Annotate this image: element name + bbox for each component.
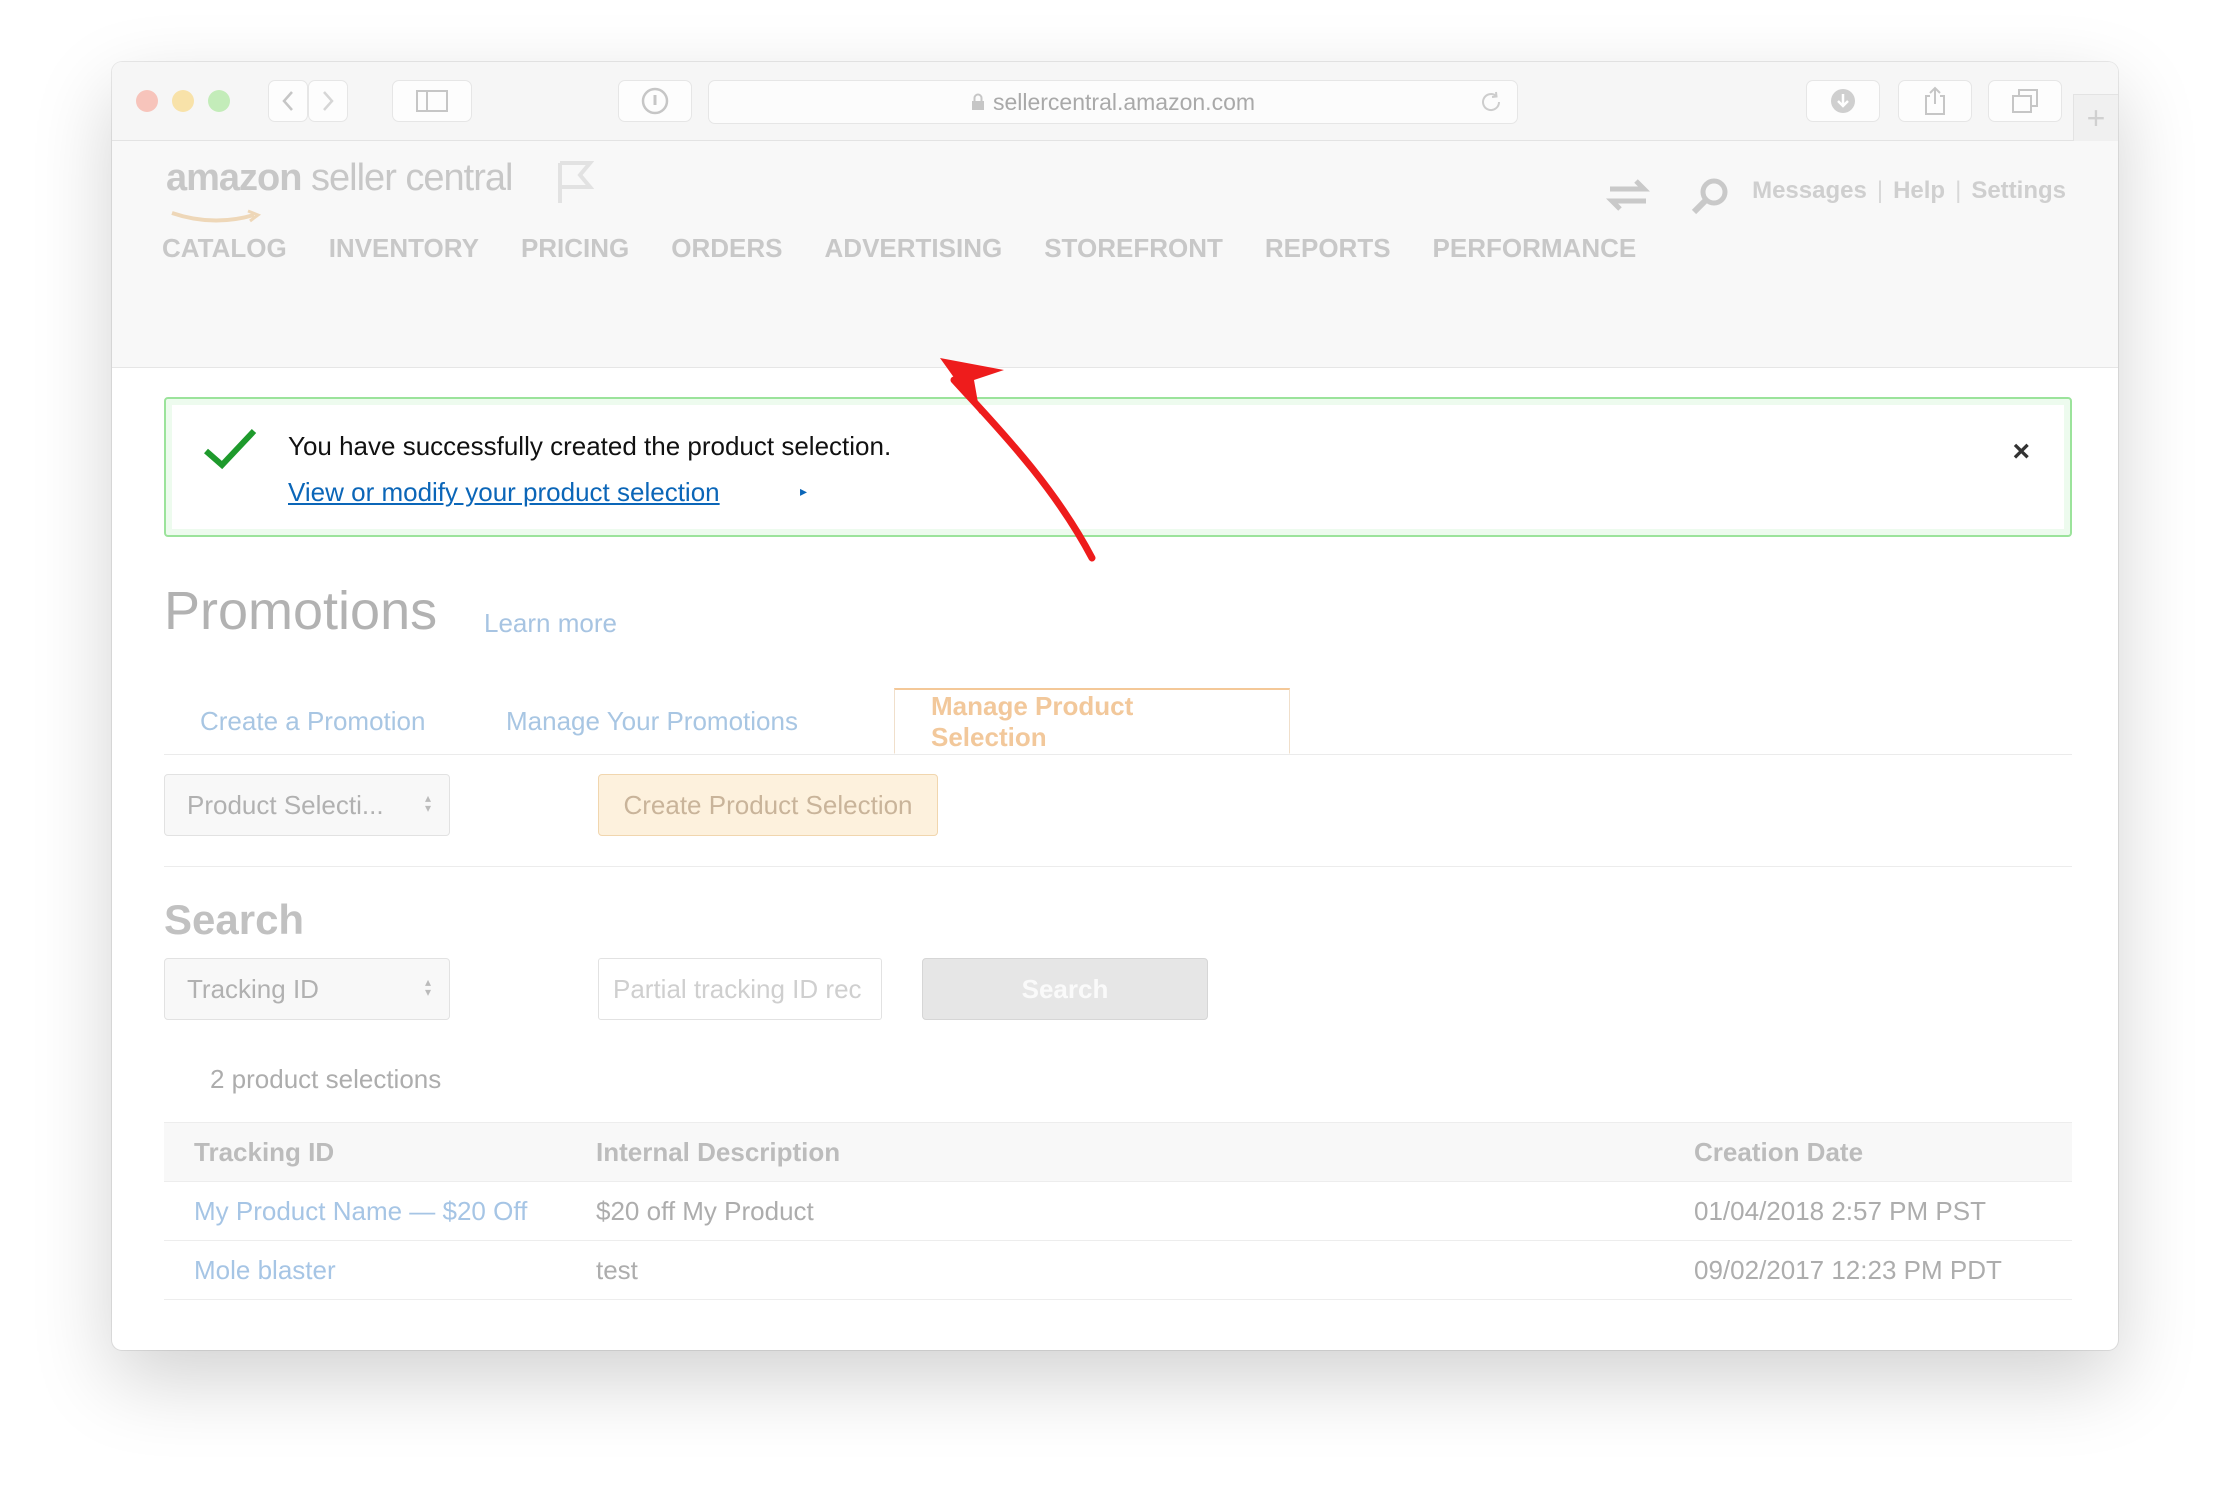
- tab-manage-product-selection[interactable]: Manage Product Selection: [894, 688, 1290, 754]
- create-product-selection-button[interactable]: Create Product Selection: [598, 774, 938, 836]
- table-header-row: Tracking ID Internal Description Creatio…: [164, 1122, 2072, 1181]
- amazon-smile-icon: [171, 209, 262, 223]
- info-icon: [641, 87, 669, 115]
- column-header-creation-date[interactable]: Creation Date: [1694, 1137, 1863, 1168]
- select-value: Tracking ID: [187, 973, 319, 1004]
- nav-orders[interactable]: ORDERS: [671, 233, 782, 264]
- table-row: Mole blaster test 09/02/2017 12:23 PM PD…: [164, 1240, 2072, 1300]
- search-icon[interactable]: [1690, 177, 1730, 217]
- minimize-window-button[interactable]: [172, 90, 194, 112]
- amazon-seller-central-logo[interactable]: amazon seller central: [166, 157, 513, 229]
- header-links: Messages | Help | Settings: [1752, 177, 2066, 204]
- product-selection-type-select[interactable]: Product Selecti... ▴ ▾: [164, 774, 450, 836]
- flag-icon[interactable]: [554, 159, 594, 205]
- downloads-button[interactable]: [1806, 80, 1880, 122]
- tracking-id-link[interactable]: My Product Name — $20 Off: [194, 1196, 527, 1227]
- sidebar-icon: [416, 90, 448, 112]
- nav-pricing[interactable]: PRICING: [521, 233, 629, 264]
- results-count: 2 product selections: [210, 1064, 442, 1094]
- help-link[interactable]: Help: [1893, 177, 1945, 204]
- creation-date: 01/04/2018 2:57 PM PST: [1694, 1196, 1986, 1226]
- search-button[interactable]: Search: [922, 958, 1208, 1020]
- logo-amazon: amazon: [166, 157, 302, 199]
- learn-more-link[interactable]: Learn more: [484, 608, 617, 639]
- promotion-tabs: Create a Promotion Manage Your Promotion…: [164, 688, 2072, 755]
- switch-accounts-icon[interactable]: [1606, 177, 1650, 213]
- reload-icon[interactable]: [1479, 90, 1503, 114]
- download-icon: [1831, 89, 1855, 113]
- tracking-id-search-input[interactable]: Partial tracking ID rec: [598, 958, 882, 1020]
- view-modify-selection-link[interactable]: View or modify your product selection: [288, 477, 720, 508]
- browser-window: sellercentral.amazon.com + amazon seller…: [112, 62, 2118, 1350]
- tabs-icon: [2012, 89, 2038, 113]
- internal-description: test: [596, 1255, 638, 1285]
- new-tab-button[interactable]: +: [2073, 94, 2118, 141]
- search-field-select[interactable]: Tracking ID ▴ ▾: [164, 958, 450, 1020]
- nav-inventory[interactable]: INVENTORY: [329, 233, 479, 264]
- close-alert-button[interactable]: ×: [2012, 435, 2030, 469]
- settings-link[interactable]: Settings: [1971, 177, 2066, 204]
- zoom-window-button[interactable]: [208, 90, 230, 112]
- main-nav: CATALOG INVENTORY PRICING ORDERS ADVERTI…: [162, 233, 1678, 264]
- nav-advertising[interactable]: ADVERTISING: [825, 233, 1003, 264]
- sidebar-button[interactable]: [392, 80, 472, 122]
- column-header-tracking-id[interactable]: Tracking ID: [194, 1137, 334, 1168]
- chevron-left-icon: [282, 91, 293, 111]
- site-header: amazon seller central Messages | Help | Sett…: [112, 141, 2118, 368]
- table-row: My Product Name — $20 Off $20 off My Pro…: [164, 1181, 2072, 1240]
- close-window-button[interactable]: [136, 90, 158, 112]
- tabs-overview-button[interactable]: [1988, 80, 2062, 122]
- checkmark-icon: [204, 428, 257, 470]
- lock-icon: [971, 93, 984, 110]
- share-icon: [1925, 86, 1945, 115]
- forward-button[interactable]: [308, 80, 348, 122]
- success-message: You have successfully created the produc…: [288, 431, 892, 461]
- share-button[interactable]: [1898, 80, 1972, 122]
- select-value: Product Selecti...: [187, 789, 384, 820]
- product-selections-table: Tracking ID Internal Description Creatio…: [164, 1122, 2072, 1300]
- page-title: Promotions: [164, 581, 438, 641]
- caret-right-icon: ▸: [800, 483, 808, 499]
- browser-toolbar: sellercentral.amazon.com +: [112, 62, 2118, 141]
- privacy-button[interactable]: [618, 80, 692, 122]
- logo-seller-central: seller central: [301, 157, 513, 199]
- nav-performance[interactable]: PERFORMANCE: [1433, 233, 1637, 264]
- select-arrows-icon: ▴ ▾: [424, 791, 431, 815]
- url-text: sellercentral.amazon.com: [992, 88, 1256, 115]
- tab-manage-promotions[interactable]: Manage Your Promotions: [506, 688, 798, 754]
- column-header-description[interactable]: Internal Description: [596, 1137, 840, 1168]
- creation-date: 09/02/2017 12:23 PM PDT: [1694, 1255, 2002, 1285]
- nav-reports[interactable]: REPORTS: [1265, 233, 1391, 264]
- back-button[interactable]: [268, 80, 308, 122]
- tab-create-promotion[interactable]: Create a Promotion: [200, 688, 425, 754]
- messages-link[interactable]: Messages: [1752, 177, 1867, 204]
- search-heading: Search: [164, 896, 305, 943]
- nav-storefront[interactable]: STOREFRONT: [1044, 233, 1223, 264]
- chevron-right-icon: [323, 91, 334, 111]
- tracking-id-link[interactable]: Mole blaster: [194, 1255, 336, 1286]
- nav-catalog[interactable]: CATALOG: [162, 233, 287, 264]
- section-divider: [164, 866, 2072, 867]
- internal-description: $20 off My Product: [596, 1196, 814, 1226]
- success-alert: You have successfully created the produc…: [164, 397, 2072, 537]
- address-bar[interactable]: sellercentral.amazon.com: [708, 80, 1518, 124]
- select-arrows-icon: ▴ ▾: [424, 975, 431, 999]
